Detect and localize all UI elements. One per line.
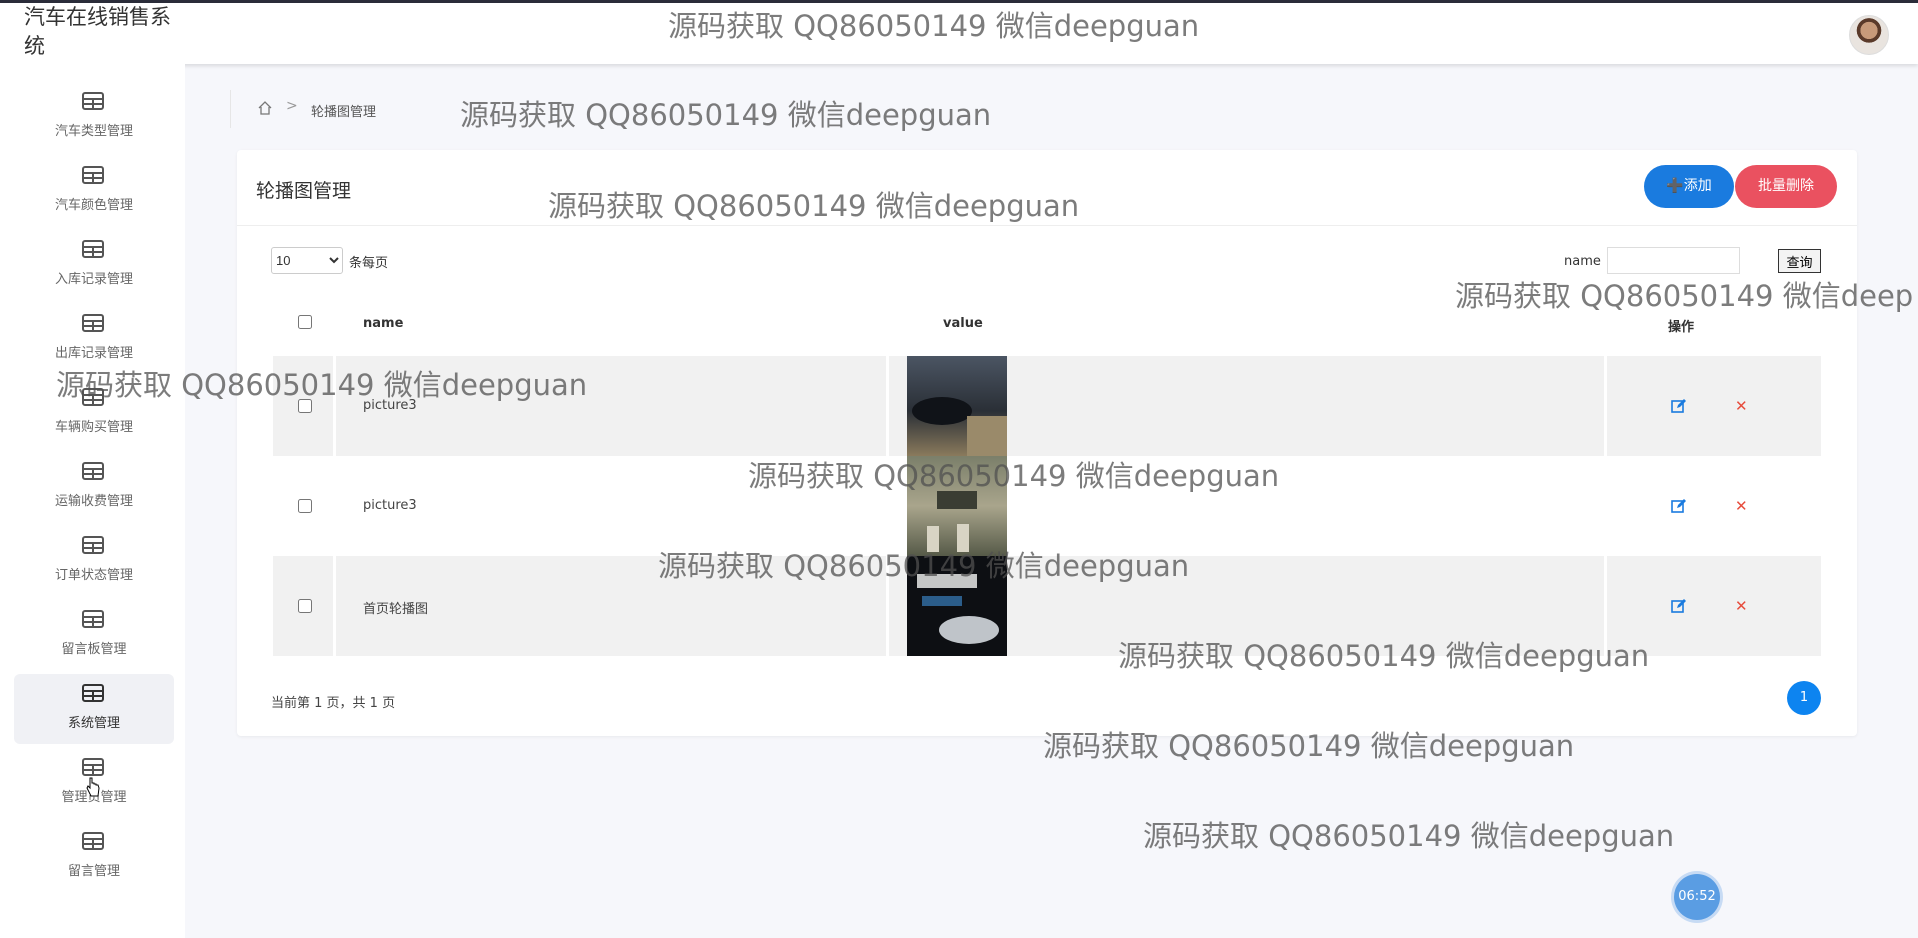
sidebar-item-label: 出库记录管理 — [54, 346, 133, 361]
watermark: 源码获取 QQ86050149 微信deepguan — [658, 549, 1190, 583]
table-icon — [82, 536, 104, 554]
page-size-label: 条每页 — [349, 256, 389, 271]
row-checkbox[interactable] — [298, 499, 312, 513]
edit-icon[interactable] — [1671, 398, 1687, 414]
sidebar-item-system[interactable]: 系统管理 — [14, 674, 174, 744]
search-button[interactable]: 查询 — [1778, 249, 1821, 273]
batch-delete-button[interactable]: 批量删除 — [1735, 165, 1837, 208]
select-all-checkbox[interactable] — [298, 315, 312, 329]
sidebar-item-label: 订单状态管理 — [54, 568, 133, 583]
page-title: 轮播图管理 — [256, 180, 352, 202]
table-icon — [82, 240, 104, 258]
sidebar-item-stock-in[interactable]: 入库记录管理 — [14, 230, 174, 300]
sidebar-item-label: 留言管理 — [67, 864, 120, 879]
sidebar-item-label: 运输收费管理 — [54, 494, 133, 509]
add-button[interactable]: ➕添加 — [1644, 165, 1734, 208]
sidebar-item-label: 汽车类型管理 — [54, 124, 133, 139]
watermark: 源码获取 QQ86050149 微信deep — [1455, 279, 1914, 313]
sidebar-item-label: 车辆购买管理 — [54, 420, 133, 435]
breadcrumb-separator: > — [286, 98, 298, 114]
close-icon[interactable]: ✕ — [1735, 597, 1748, 615]
watermark: 源码获取 QQ86050149 微信deepguan — [668, 9, 1200, 43]
column-header-actions: 操作 — [1668, 320, 1695, 335]
home-icon[interactable] — [257, 100, 273, 116]
watermark: 源码获取 QQ86050149 微信deepguan — [1143, 819, 1675, 853]
page-size-select[interactable]: 10 — [271, 247, 343, 274]
row-checkbox[interactable] — [298, 599, 312, 613]
sidebar: 汽车类型管理 汽车颜色管理 入库记录管理 出库记录管理 车辆购买管理 运输收费管… — [0, 64, 185, 938]
watermark: 源码获取 QQ86050149 微信deepguan — [748, 459, 1280, 493]
sidebar-item-messages[interactable]: 留言管理 — [14, 822, 174, 892]
sidebar-item-label: 汽车颜色管理 — [54, 198, 133, 213]
close-icon[interactable]: ✕ — [1735, 497, 1748, 515]
column-divider — [1604, 356, 1607, 456]
breadcrumb-current: 轮播图管理 — [311, 105, 377, 120]
edit-icon[interactable] — [1671, 598, 1687, 614]
pagination-info: 当前第 1 页，共 1 页 — [271, 696, 396, 711]
clock-badge: 06:52 — [1674, 874, 1720, 920]
sidebar-item-label: 入库记录管理 — [54, 272, 133, 287]
table-icon — [82, 314, 104, 332]
table-icon — [82, 462, 104, 480]
row-name: picture3 — [363, 498, 417, 513]
table-icon — [82, 832, 104, 850]
sidebar-item-car-color[interactable]: 汽车颜色管理 — [14, 156, 174, 226]
edit-icon[interactable] — [1671, 498, 1687, 514]
watermark: 源码获取 QQ86050149 微信deepguan — [56, 368, 588, 402]
table-icon — [82, 758, 104, 776]
column-divider — [333, 556, 336, 656]
watermark: 源码获取 QQ86050149 微信deepguan — [460, 98, 992, 132]
row-name: 首页轮播图 — [363, 602, 429, 617]
table-icon — [82, 166, 104, 184]
sidebar-item-label: 留言板管理 — [61, 642, 127, 657]
row-image[interactable] — [907, 356, 1007, 456]
close-icon[interactable]: ✕ — [1735, 397, 1748, 415]
watermark: 源码获取 QQ86050149 微信deepguan — [1043, 729, 1575, 763]
app-title: 汽车在线销售系统 — [24, 5, 171, 58]
table-icon — [82, 684, 104, 702]
avatar[interactable] — [1849, 15, 1889, 55]
watermark: 源码获取 QQ86050149 微信deepguan — [1118, 639, 1650, 673]
sidebar-item-order-status[interactable]: 订单状态管理 — [14, 526, 174, 596]
sidebar-item-label: 系统管理 — [67, 716, 120, 731]
column-divider — [886, 356, 889, 456]
column-header-value: value — [943, 316, 983, 331]
search-label: name — [1564, 254, 1601, 269]
watermark: 源码获取 QQ86050149 微信deepguan — [548, 189, 1080, 223]
table-icon — [82, 92, 104, 110]
column-header-name: name — [363, 316, 404, 331]
divider — [237, 225, 1857, 226]
table-icon — [82, 610, 104, 628]
search-input[interactable] — [1607, 247, 1740, 274]
hand-cursor-icon — [86, 777, 100, 797]
sidebar-item-shipping-fee[interactable]: 运输收费管理 — [14, 452, 174, 522]
sidebar-item-car-type[interactable]: 汽车类型管理 — [14, 82, 174, 152]
sidebar-item-message-board[interactable]: 留言板管理 — [14, 600, 174, 670]
page-number-button[interactable]: 1 — [1787, 681, 1821, 715]
